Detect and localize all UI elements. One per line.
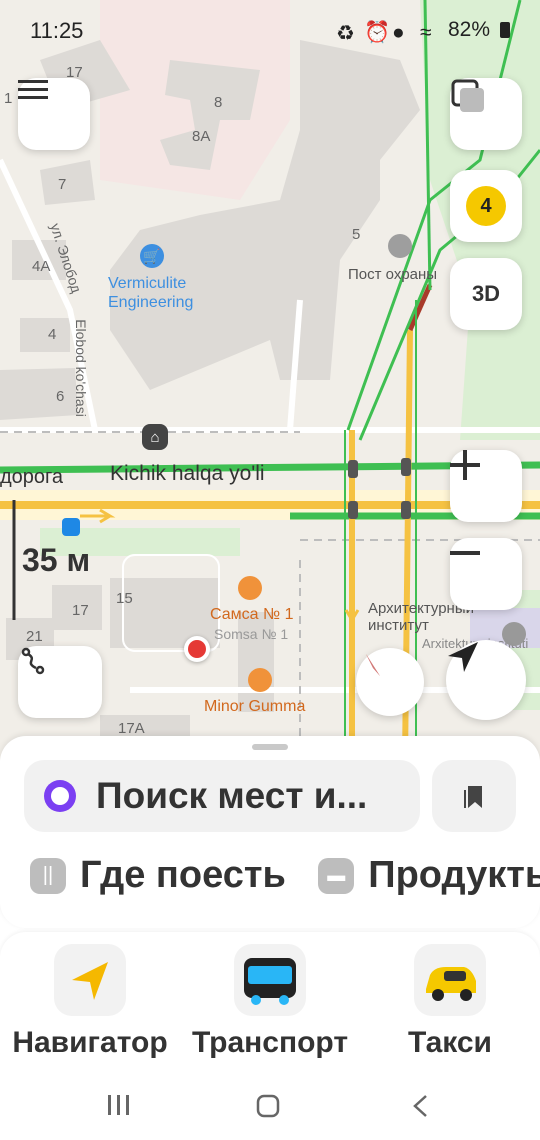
app-label: Навигатор — [12, 1026, 168, 1059]
compass-button[interactable] — [356, 648, 424, 716]
app-navigator[interactable]: Навигатор — [12, 944, 168, 1060]
scale-label: 35 м — [22, 542, 91, 578]
search-bar[interactable]: Поиск мест и... — [24, 760, 420, 832]
battery-percent: 82% — [447, 18, 490, 41]
map-canvas[interactable]: 17 8 8A 7 4A 4 6 5 15 17 21 17A 1 ул. Эл… — [0, 0, 540, 760]
app-transport[interactable]: Транспорт — [190, 944, 350, 1060]
back-icon[interactable] — [410, 1094, 430, 1118]
poi-samsa-ru[interactable]: Самса № 1 — [210, 606, 293, 624]
route-button[interactable] — [18, 646, 102, 718]
house-number: 17 — [72, 602, 89, 619]
house-number: 1 — [4, 90, 13, 107]
traffic-level: 4 — [466, 186, 506, 226]
zoom-out-button[interactable] — [450, 538, 522, 610]
category-label: Где поесть — [80, 854, 286, 896]
house-number: 8 — [214, 94, 223, 111]
status-time: 11:25 — [30, 18, 84, 43]
layers-button[interactable] — [450, 78, 522, 150]
wifi-icon: ≈ — [419, 21, 432, 44]
app-label: Такси — [407, 1026, 492, 1059]
hamburger-icon — [18, 80, 48, 99]
location-icon: ● — [391, 21, 405, 44]
apps-row: Навигатор Транспорт Такси — [0, 932, 540, 1070]
sheet-handle[interactable] — [252, 744, 288, 750]
house-number: 7 — [58, 176, 67, 193]
minus-icon — [450, 551, 480, 555]
house-number: 4A — [32, 258, 51, 275]
location-marker-icon[interactable] — [184, 636, 210, 662]
house-number: 21 — [26, 628, 43, 645]
route-icon — [21, 647, 45, 675]
fork-knife-icon: || — [30, 857, 66, 894]
search-placeholder[interactable]: Поиск мест и... — [96, 775, 367, 817]
my-location-button[interactable] — [446, 640, 526, 720]
status-bar: 11:25 ♻ ⏰ ● ≈ 82% — [0, 0, 540, 62]
bus-icon — [234, 944, 306, 1016]
graduation-cap-icon — [502, 622, 526, 646]
app-label: Транспорт — [191, 1026, 349, 1059]
alice-icon[interactable] — [42, 778, 78, 814]
category-groceries[interactable]: ▬ Продукты — [318, 854, 540, 897]
layers-icon — [451, 79, 484, 112]
battery-icon — [500, 22, 510, 38]
navigator-arrow-icon — [54, 944, 126, 1016]
menu-button[interactable] — [18, 78, 90, 150]
traffic-button[interactable]: 4 — [450, 170, 522, 242]
3d-button[interactable]: 3D — [450, 258, 522, 330]
search-sheet: Поиск мест и... || Где поесть ▬ Продукты — [0, 736, 540, 928]
guard-post-icon[interactable] — [388, 234, 412, 258]
house-number: 15 — [116, 590, 133, 607]
home-icon[interactable] — [256, 1094, 280, 1118]
house-icon[interactable]: ⌂ — [142, 424, 168, 450]
poi-vermiculite[interactable]: Vermiculite Engineering — [108, 274, 218, 312]
recent-apps-icon[interactable] — [106, 1094, 132, 1116]
poi-samsa-latin: Somsa № 1 — [214, 626, 289, 642]
house-number: 5 — [352, 226, 361, 243]
category-food[interactable]: || Где поесть — [30, 854, 286, 897]
location-arrow-icon — [448, 642, 478, 672]
compass-icon — [366, 654, 380, 676]
house-number: 6 — [56, 388, 65, 405]
bookmarks-button[interactable] — [432, 760, 516, 832]
house-number: 4 — [48, 326, 57, 343]
basket-icon: ▬ — [318, 857, 355, 894]
poi-minor-gumma[interactable]: Minor Gumma — [204, 698, 305, 716]
shop-icon[interactable]: 🛒 — [140, 244, 164, 268]
burger-icon[interactable] — [248, 668, 272, 692]
transit-stop-icon[interactable] — [62, 518, 80, 536]
house-number: 8A — [192, 128, 211, 145]
road-label-ru: дорога — [0, 466, 64, 488]
category-label: Продукты — [368, 854, 540, 896]
category-row: || Где поесть ▬ Продукты — [30, 854, 540, 906]
street-label-latin: Elobod ko'chasi — [72, 319, 89, 417]
plus-icon — [450, 450, 480, 480]
recycle-icon: ♻ — [335, 22, 355, 45]
poi-guard-post[interactable]: Пост охраны — [348, 266, 437, 283]
zoom-in-button[interactable] — [450, 450, 522, 522]
taxi-icon — [414, 944, 486, 1016]
road-label-uz: Kichik halqa yo'li — [110, 462, 265, 485]
house-number: 17A — [118, 720, 145, 737]
bookmarks-icon — [464, 786, 482, 808]
system-nav-bar — [0, 1070, 540, 1140]
burger-icon[interactable] — [238, 576, 262, 600]
app-taxi[interactable]: Такси — [390, 944, 510, 1060]
alarm-icon: ⏰ — [363, 21, 391, 44]
